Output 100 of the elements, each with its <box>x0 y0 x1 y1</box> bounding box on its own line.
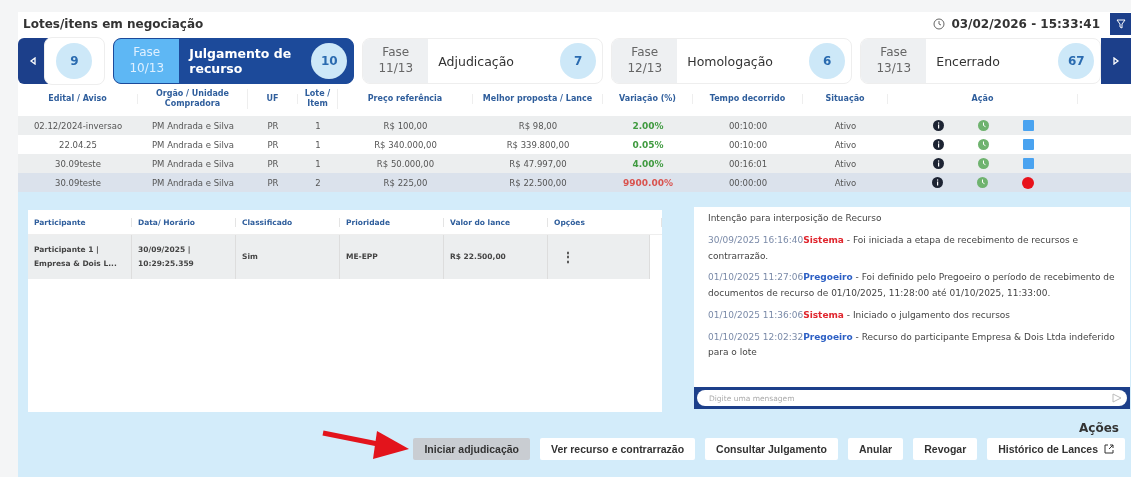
table-row[interactable]: 30.09teste PM Andrada e Silva PR 2 R$ 225,00 R$ 22.500,00 9900.00% 00:00:00 Ativo <box>18 173 1131 192</box>
previous-icon <box>28 57 37 65</box>
table-cell-text: 1 <box>314 158 322 169</box>
phase-card[interactable]: Fase 10/13 Julgamento de recurso 10 <box>113 38 355 84</box>
table-cell-text: 1 <box>314 139 322 150</box>
table-cell-text: 30.09teste <box>54 158 102 169</box>
chat-message: Intenção para interposição de Recurso <box>708 212 883 225</box>
column-header: Situação <box>803 94 888 104</box>
action-button[interactable]: Anular <box>847 438 904 460</box>
info-icon[interactable] <box>932 177 943 188</box>
table-cell-text: 00:00:00 <box>727 177 769 188</box>
count-badge: 10 <box>311 43 348 79</box>
filter-icon <box>1115 19 1126 29</box>
table-cell-text: R$ 47.997,00 <box>508 158 568 169</box>
options-button[interactable]: ⋮ <box>554 250 582 264</box>
table-cell-text: R$ 340.000,00 <box>373 139 438 150</box>
table-row[interactable]: 30.09teste PM Andrada e Silva PR 1 R$ 50.000,00 R$ 47.997,00 4.00% 00:16:01 Ativo <box>18 154 1131 173</box>
variation-value: 0.05% <box>632 139 664 150</box>
phase-number: Fase 11/13 <box>378 45 414 77</box>
clock-icon <box>933 18 946 30</box>
status-dot-icon[interactable] <box>1022 176 1034 189</box>
variation-value: 4.00% <box>632 158 664 169</box>
action-button[interactable]: Histórico de Lances <box>987 438 1125 460</box>
action-button[interactable]: Revogar <box>913 438 978 460</box>
table-cell-text: Ativo <box>833 139 858 150</box>
table-cell-text: PR <box>266 139 280 150</box>
section-title: Lotes/itens em negociação <box>23 17 204 31</box>
table-cell-text: 1 <box>314 120 322 131</box>
info-icon[interactable] <box>932 139 944 150</box>
table-cell-text: PR <box>266 177 280 188</box>
phase-number: Fase 13/13 <box>876 45 912 77</box>
phase-name: Encerrado <box>935 53 1001 69</box>
column-header: Ação <box>888 94 1078 104</box>
table-cell-text: PM Andrada e Silva <box>150 120 236 131</box>
column-header: Variação (%) <box>603 94 693 104</box>
phase-name: Adjudicação <box>437 53 515 69</box>
table-cell-text: Ativo <box>833 120 858 131</box>
table-cell-text: 2 <box>314 177 322 188</box>
action-button[interactable]: Ver recurso e contrarrazão <box>540 438 696 460</box>
table-cell-text: Ativo <box>833 158 858 169</box>
table-cell-text: PR <box>266 158 280 169</box>
table-cell-text: 22.04.25 <box>58 139 98 150</box>
clock-icon[interactable] <box>977 139 989 150</box>
table-cell-text: R$ 22.500,00 <box>508 177 568 188</box>
count-badge: 6 <box>809 43 846 79</box>
column-header: Tempo decorrido <box>693 94 803 104</box>
status-square-icon[interactable] <box>1022 120 1034 131</box>
clock-icon[interactable] <box>977 158 989 169</box>
clock-icon[interactable] <box>977 120 989 131</box>
table-cell-text: PM Andrada e Silva <box>150 139 236 150</box>
action-button[interactable]: Consultar Julgamento <box>705 438 838 460</box>
chat-message: 01/10/2025 11:27:06Pregoeiro - Foi definido pelo Pregoeiro o período de recebimento de documentos de recurso de 01/10/2025, 11:28:00 até 01/10/2025, 11:33:00. <box>708 271 1116 300</box>
status-square-icon[interactable] <box>1022 139 1034 150</box>
phase-number: Fase 10/13 <box>129 45 165 77</box>
phase-card[interactable]: Fase 12/13 Homologação 6 <box>611 38 853 84</box>
phase-name: Homologação <box>686 53 774 69</box>
table-cell-text: R$ 50.000,00 <box>375 158 436 169</box>
actions-title: Ações <box>1079 421 1119 435</box>
table-cell-text: R$ 100,00 <box>382 120 429 131</box>
column-header: Lote / Item <box>298 89 338 109</box>
column-header: UF <box>248 94 298 104</box>
phase-card[interactable]: Fase 11/13 Adjudicação 7 <box>362 38 604 84</box>
table-cell-text: PR <box>266 120 280 131</box>
status-square-icon[interactable] <box>1022 158 1034 169</box>
phase-card[interactable]: Fase 13/13 Encerrado 67 <box>860 38 1102 84</box>
table-cell-text: 00:10:00 <box>727 120 769 131</box>
variation-value: 2.00% <box>632 120 664 131</box>
table-cell-text: PM Andrada e Silva <box>150 158 236 169</box>
phase-name: Julgamento de recurso <box>187 46 293 76</box>
column-header: Edital / Aviso <box>18 94 138 104</box>
date-time: 03/02/2026 - 15:33:41 <box>951 17 1100 31</box>
count-badge: 67 <box>1058 43 1095 79</box>
count-badge: 7 <box>560 43 597 79</box>
table-cell-text: R$ 98,00 <box>517 120 559 131</box>
chat-message: 30/09/2025 16:16:40Sistema - Foi iniciada a etapa de recebimento de recursos e contrarrazão. <box>708 233 1079 263</box>
phase-number: Fase 12/13 <box>627 45 663 77</box>
next-icon <box>1112 57 1121 65</box>
table-cell-text: R$ 225,00 <box>382 177 429 188</box>
table-cell-text: R$ 339.800,00 <box>505 139 571 150</box>
info-icon[interactable] <box>932 120 944 131</box>
chat-message: 01/10/2025 11:36:06Sistema - Iniciado o julgamento dos recursos <box>708 308 1012 322</box>
variation-value: 9900.00% <box>623 177 673 188</box>
clock-icon[interactable] <box>977 177 988 188</box>
send-icon[interactable] <box>1112 393 1122 403</box>
filter-button[interactable] <box>1110 13 1131 35</box>
table-cell-text: 30.09teste <box>54 177 102 188</box>
info-icon[interactable] <box>932 158 944 169</box>
next-button[interactable] <box>1101 38 1131 84</box>
table-row[interactable]: 02.12/2024-inversao PM Andrada e Silva PR 1 R$ 100,00 R$ 98,00 2.00% 00:10:00 Ativo <box>18 116 1131 135</box>
table-cell-text: 00:16:01 <box>727 158 769 169</box>
column-header: Orgão / Unidade Compradora <box>138 89 248 109</box>
table-cell-text: 00:10:00 <box>727 139 769 150</box>
count-badge: 9 <box>56 43 93 79</box>
column-header: Preço referência <box>338 94 473 104</box>
phase-card[interactable]: 9 <box>43 37 106 85</box>
table-cell-text: PM Andrada e Silva <box>150 177 236 188</box>
column-header: Melhor proposta / Lance <box>473 94 603 104</box>
chat-message: 01/10/2025 12:02:32Pregoeiro - Recurso do participante Empresa & Dois Ltda indeferido para o lote <box>708 330 1116 360</box>
action-button[interactable]: Iniciar adjudicação <box>413 438 530 460</box>
table-cell-text: Ativo <box>833 177 858 188</box>
